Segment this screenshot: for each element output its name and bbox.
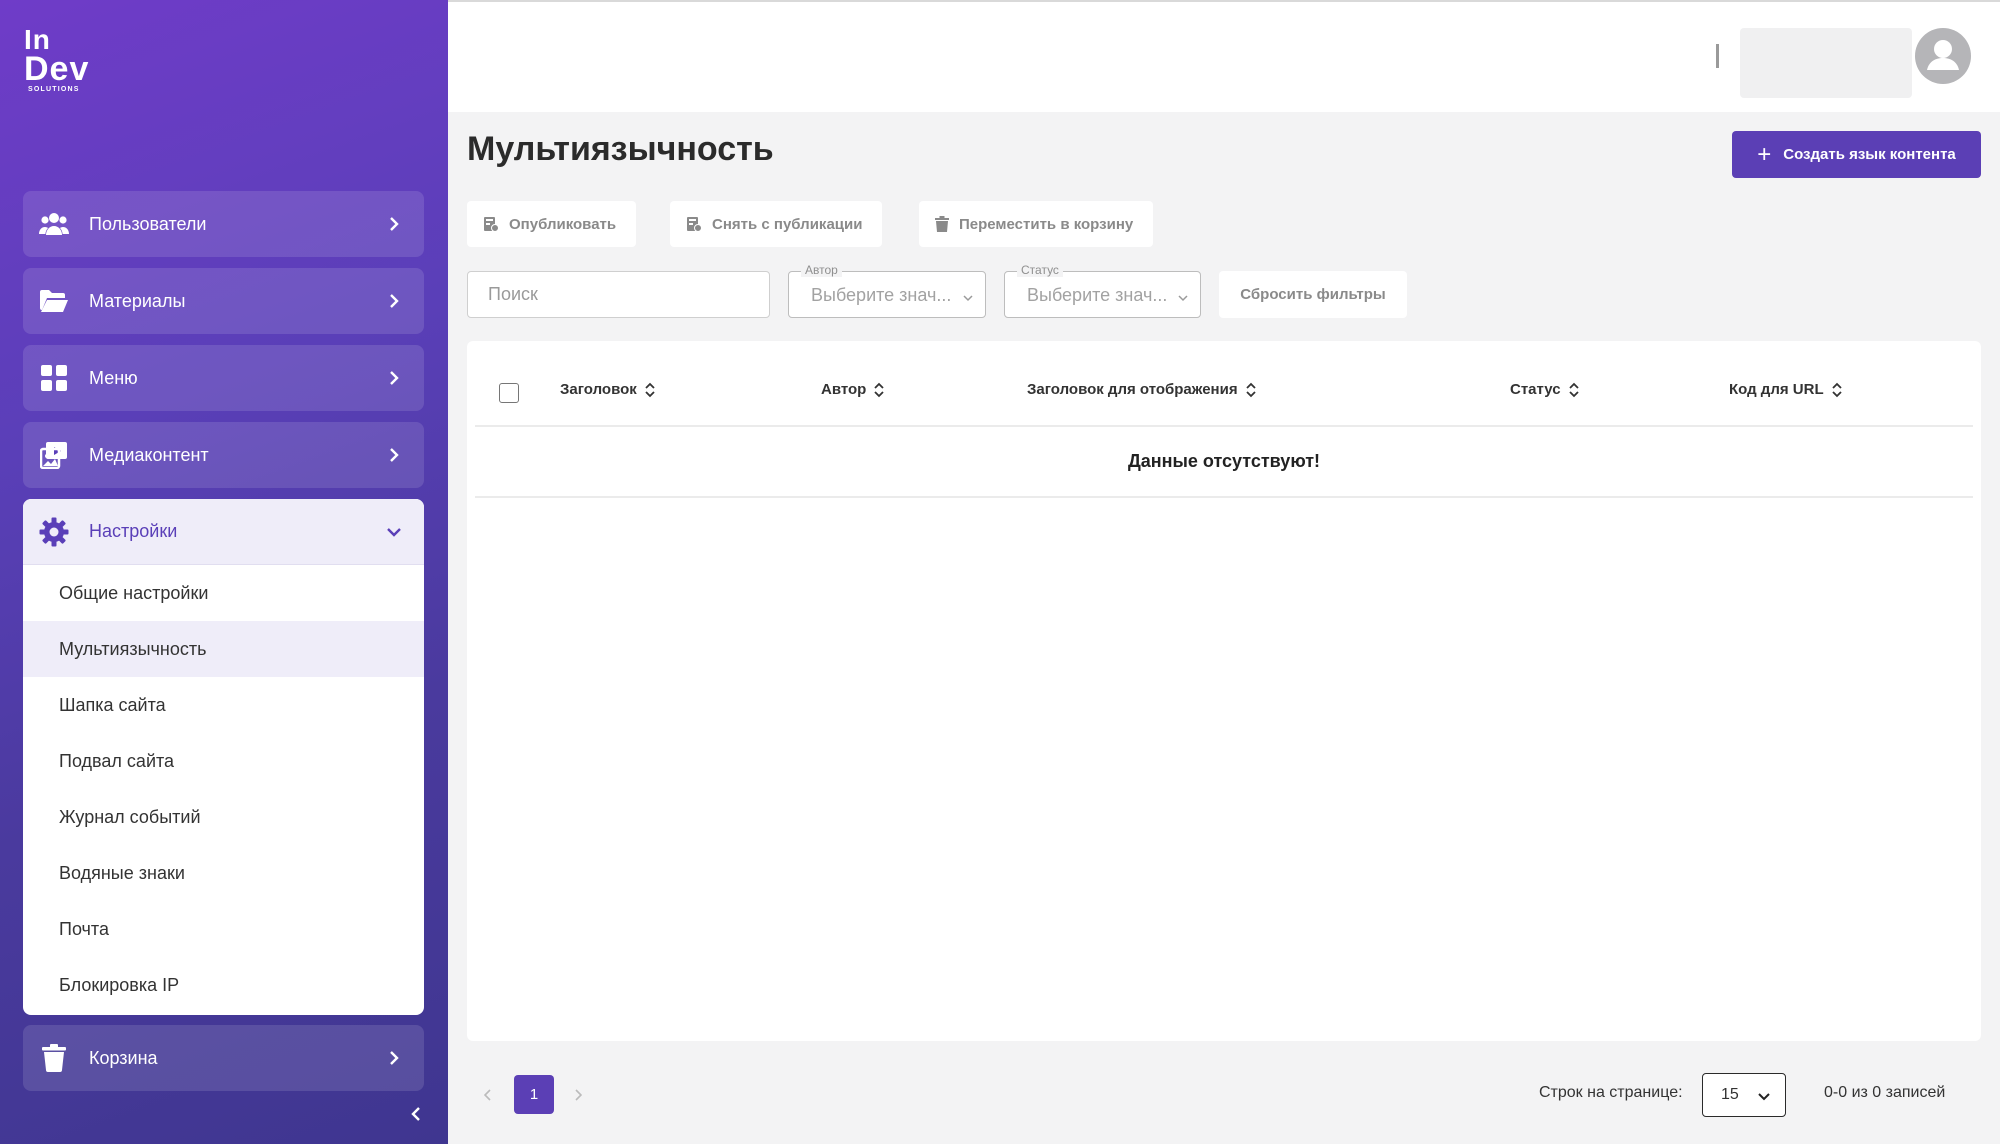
column-header-label: Код для URL — [1729, 381, 1824, 398]
create-content-language-button[interactable]: + Создать язык контента — [1732, 131, 1981, 178]
data-table: Заголовок Автор Заголовок для отображени… — [467, 341, 1981, 1041]
sidebar-subitem-watermarks[interactable]: Водяные знаки — [23, 845, 424, 901]
gear-icon — [39, 517, 69, 547]
plus-icon: + — [1757, 140, 1772, 168]
chevron-right-icon — [384, 445, 404, 465]
search-input[interactable] — [467, 271, 770, 318]
unpublish-icon — [686, 216, 702, 232]
chevron-right-icon — [575, 1089, 582, 1101]
sidebar-item-label: Медиаконтент — [89, 444, 209, 465]
column-header-author[interactable]: Автор — [821, 381, 884, 398]
users-icon — [39, 209, 69, 239]
sidebar-item-menu[interactable]: Меню — [23, 345, 424, 411]
status-filter-select[interactable]: Статус Выберите знач... — [1004, 263, 1201, 318]
user-icon — [1927, 40, 1959, 70]
column-header-label: Автор — [821, 381, 867, 398]
trash-icon — [39, 1043, 69, 1073]
chevron-down-icon — [384, 522, 404, 542]
user-name-placeholder[interactable] — [1740, 28, 1912, 98]
chevron-right-icon — [384, 214, 404, 234]
chevron-down-icon — [1178, 289, 1188, 307]
sort-icon — [1568, 382, 1579, 398]
table-header: Заголовок Автор Заголовок для отображени… — [475, 341, 1973, 427]
sidebar: In Dev SOLUTIONS Пользователи Материалы … — [0, 0, 448, 1144]
sort-icon — [1831, 382, 1842, 398]
column-header-title[interactable]: Заголовок — [560, 381, 655, 398]
brand-logo[interactable]: In Dev SOLUTIONS — [24, 26, 94, 96]
sidebar-subitem-mail[interactable]: Почта — [23, 901, 424, 957]
sort-icon — [1245, 382, 1256, 398]
top-bar-divider — [1716, 44, 1719, 68]
chevron-left-icon — [411, 1107, 420, 1121]
author-filter-value: Выберите знач... — [811, 285, 952, 305]
column-header-label: Заголовок — [560, 381, 637, 398]
publish-label: Опубликовать — [509, 215, 617, 233]
folder-open-icon — [39, 286, 69, 316]
sidebar-subitem-multilanguage[interactable]: Мультиязычность — [23, 621, 424, 677]
sidebar-subitem-site-footer[interactable]: Подвал сайта — [23, 733, 424, 789]
sidebar-subitem-event-log[interactable]: Журнал событий — [23, 789, 424, 845]
brand-logo-line2: Dev — [24, 50, 90, 88]
sidebar-item-media[interactable]: Медиаконтент — [23, 422, 424, 488]
column-header-url-code[interactable]: Код для URL — [1729, 381, 1842, 398]
previous-page-button[interactable] — [468, 1075, 508, 1115]
media-icon — [39, 440, 69, 470]
next-page-button[interactable] — [558, 1075, 598, 1115]
column-header-label: Заголовок для отображения — [1027, 381, 1238, 398]
status-filter-label: Статус — [1017, 263, 1063, 277]
unpublish-button[interactable]: Снять с публикации — [670, 201, 883, 247]
sidebar-item-materials[interactable]: Материалы — [23, 268, 424, 334]
rows-per-page-value: 15 — [1721, 1086, 1739, 1103]
chevron-down-icon — [963, 289, 973, 307]
create-button-label: Создать язык контента — [1783, 146, 1956, 163]
chevron-down-icon — [1757, 1089, 1771, 1107]
author-filter-select[interactable]: Автор Выберите знач... — [788, 263, 986, 318]
move-to-trash-label: Переместить в корзину — [959, 215, 1134, 233]
sidebar-subitem-general-settings[interactable]: Общие настройки — [23, 565, 424, 621]
sidebar-subitem-ip-block[interactable]: Блокировка IP — [23, 957, 424, 1013]
collapse-sidebar-button[interactable] — [404, 1102, 428, 1126]
avatar[interactable] — [1915, 28, 1971, 84]
sidebar-item-label: Корзина — [89, 1047, 158, 1068]
sidebar-item-label: Настройки — [89, 521, 178, 541]
sidebar-item-settings[interactable]: Настройки — [23, 499, 424, 565]
select-all-checkbox[interactable] — [499, 383, 519, 403]
page-number-button[interactable]: 1 — [514, 1075, 554, 1114]
records-count: 0-0 из 0 записей — [1824, 1084, 1946, 1101]
unpublish-label: Снять с публикации — [712, 215, 863, 233]
sort-icon — [874, 382, 884, 398]
reset-filters-button[interactable]: Сбросить фильтры — [1219, 271, 1407, 318]
empty-state-message: Данные отсутствуют! — [475, 427, 1973, 498]
sort-icon — [645, 382, 655, 398]
settings-group: Настройки Общие настройки Мультиязычност… — [23, 499, 424, 1015]
status-filter-value: Выберите знач... — [1027, 285, 1168, 305]
sidebar-item-label: Меню — [89, 367, 138, 388]
column-header-status[interactable]: Статус — [1510, 381, 1579, 398]
sidebar-subitem-site-header[interactable]: Шапка сайта — [23, 677, 424, 733]
author-filter-label: Автор — [801, 263, 842, 277]
sidebar-item-label: Пользователи — [89, 213, 207, 234]
sidebar-item-trash[interactable]: Корзина — [23, 1025, 424, 1091]
chevron-left-icon — [484, 1089, 491, 1101]
sidebar-item-users[interactable]: Пользователи — [23, 191, 424, 257]
publish-button[interactable]: Опубликовать — [467, 201, 637, 247]
trash-icon — [935, 215, 949, 233]
move-to-trash-button[interactable]: Переместить в корзину — [919, 201, 1154, 247]
rows-per-page-label: Строк на странице: — [1539, 1084, 1683, 1101]
chevron-right-icon — [384, 291, 404, 311]
column-header-display-title[interactable]: Заголовок для отображения — [1027, 381, 1256, 398]
chevron-right-icon — [384, 1048, 404, 1068]
rows-per-page-select[interactable]: 15 — [1702, 1073, 1786, 1117]
column-header-label: Статус — [1510, 381, 1561, 398]
sidebar-item-label: Материалы — [89, 290, 186, 311]
publish-icon — [483, 216, 499, 232]
page-title: Мультиязычность — [467, 130, 774, 168]
chevron-right-icon — [384, 368, 404, 388]
grid-icon — [39, 363, 69, 393]
